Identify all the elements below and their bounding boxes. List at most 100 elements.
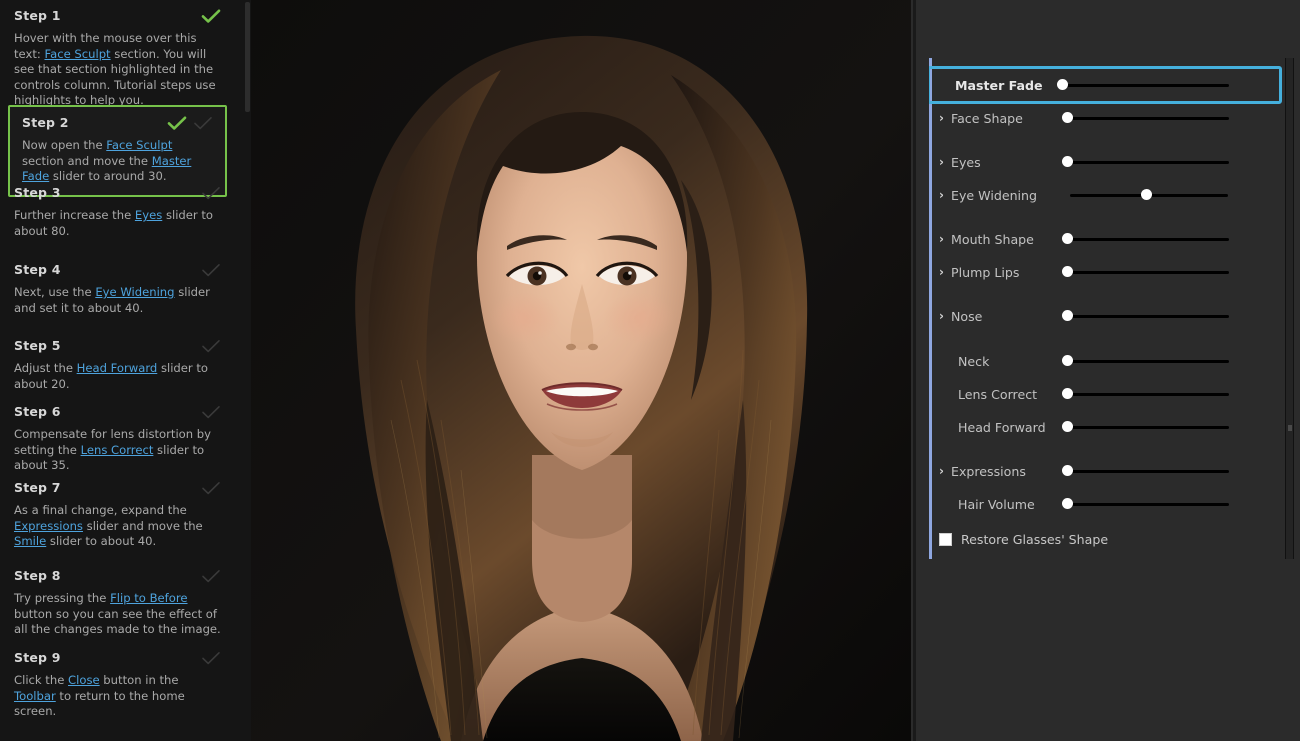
step-title: Step 8 (14, 568, 61, 583)
step-link[interactable]: Face Sculpt (106, 138, 172, 152)
control-row-eyes[interactable]: ›Eyes (929, 149, 1284, 175)
slider-knob[interactable] (1062, 112, 1073, 123)
tutorial-steps-list: Step 1 Hover with the mouse over this tex… (0, 0, 243, 741)
slider-track[interactable] (1067, 503, 1229, 506)
slider-plump-lips[interactable] (929, 264, 1241, 280)
slider-knob[interactable] (1062, 498, 1073, 509)
slider-head-forward[interactable] (929, 419, 1241, 435)
step-link[interactable]: Head Forward (77, 361, 158, 375)
control-row-nose[interactable]: ›Nose (929, 303, 1284, 329)
step-header: Step 8 (14, 568, 221, 583)
step-status-checks (201, 9, 221, 23)
slider-expressions[interactable] (929, 463, 1241, 479)
slider-knob[interactable] (1062, 310, 1073, 321)
slider-track[interactable] (1067, 393, 1229, 396)
slider-knob[interactable] (1062, 388, 1073, 399)
control-row-eye-widening[interactable]: ›Eye Widening (929, 182, 1284, 208)
control-row-face-shape[interactable]: ›Face Shape (929, 105, 1284, 131)
control-row-hair-volume[interactable]: ›Hair Volume (929, 491, 1284, 517)
step-link[interactable]: Expressions (14, 519, 83, 533)
step-text: section and move the (22, 154, 152, 168)
control-row-lens-correct[interactable]: ›Lens Correct (929, 381, 1284, 407)
slider-face-shape[interactable] (929, 110, 1241, 126)
slider-track[interactable] (1067, 238, 1229, 241)
slider-knob[interactable] (1062, 355, 1073, 366)
face-sculpt-section: ›Master Fade ›Face Shape ›Eyes ›Eye Widenin… (929, 58, 1284, 559)
step-link[interactable]: Flip to Before (110, 591, 187, 605)
tutorial-step-6[interactable]: Step 6Compensate for lens distortion by … (0, 404, 235, 474)
image-canvas[interactable] (251, 0, 911, 741)
slider-neck[interactable] (929, 353, 1241, 369)
slider-nose[interactable] (929, 308, 1241, 324)
slider-knob[interactable] (1141, 189, 1152, 200)
step-text: slider to about 40. (46, 534, 156, 548)
control-row-neck[interactable]: ›Neck (929, 348, 1284, 374)
control-row-head-forward[interactable]: ›Head Forward (929, 414, 1284, 440)
step-title: Step 3 (14, 185, 61, 200)
step-header: Step 2 (22, 115, 213, 130)
slider-track[interactable] (1067, 426, 1229, 429)
step-link[interactable]: Face Sculpt (44, 47, 110, 61)
slider-knob[interactable] (1062, 266, 1073, 277)
step-check-pending-icon (201, 339, 221, 353)
slider-lens-correct[interactable] (929, 386, 1241, 402)
step-status-checks (201, 405, 221, 419)
step-description: As a final change, expand the Expression… (14, 503, 221, 550)
step-link[interactable]: Toolbar (14, 689, 56, 703)
controls-scrollbar-track[interactable] (1285, 58, 1294, 559)
step-link[interactable]: Lens Correct (81, 443, 154, 457)
step-link[interactable]: Eye Widening (95, 285, 174, 299)
step-title: Step 7 (14, 480, 61, 495)
step-link[interactable]: Smile (14, 534, 46, 548)
control-row-master-fade[interactable]: ›Master Fade (929, 72, 1284, 98)
step-check-pending-icon (201, 405, 221, 419)
step-check-done-icon (201, 9, 221, 23)
slider-eyes[interactable] (929, 154, 1241, 170)
slider-knob[interactable] (1062, 421, 1073, 432)
slider-knob[interactable] (1062, 465, 1073, 476)
tutorial-step-5[interactable]: Step 5Adjust the Head Forward slider to … (0, 338, 235, 392)
step-header: Step 4 (14, 262, 221, 277)
control-row-expressions[interactable]: ›Expressions (929, 458, 1284, 484)
slider-track[interactable] (1067, 161, 1229, 164)
slider-track[interactable] (1067, 271, 1229, 274)
control-row-mouth-shape[interactable]: ›Mouth Shape (929, 226, 1284, 252)
slider-track[interactable] (1067, 117, 1229, 120)
step-header: Step 1 (14, 8, 221, 23)
slider-track[interactable] (1062, 84, 1229, 87)
slider-knob[interactable] (1062, 156, 1073, 167)
slider-master-fade[interactable] (929, 77, 1241, 93)
slider-track[interactable] (1067, 470, 1229, 473)
step-check-pending-icon (193, 116, 213, 130)
slider-track[interactable] (1067, 360, 1229, 363)
step-text: button in the (100, 673, 179, 687)
step-description: Hover with the mouse over this text: Fac… (14, 31, 221, 109)
slider-mouth-shape[interactable] (929, 231, 1241, 247)
controls-scrollbar-thumb[interactable] (1288, 425, 1292, 431)
tutorial-scrollbar-thumb[interactable] (245, 2, 250, 112)
slider-knob[interactable] (1062, 233, 1073, 244)
control-row-plump-lips[interactable]: ›Plump Lips (929, 259, 1284, 285)
step-title: Step 2 (22, 115, 69, 130)
step-link[interactable]: Close (68, 673, 100, 687)
restore-glasses-shape-checkbox[interactable] (939, 533, 952, 546)
slider-hair-volume[interactable] (929, 496, 1241, 512)
tutorial-step-8[interactable]: Step 8Try pressing the Flip to Before bu… (0, 568, 235, 638)
tutorial-step-2[interactable]: Step 2 Now open the Face Sculpt section a… (8, 105, 227, 197)
portrait-photo (251, 0, 911, 741)
step-text: Next, use the (14, 285, 95, 299)
restore-glasses-shape-row[interactable]: Restore Glasses' Shape (929, 528, 1284, 550)
tutorial-step-9[interactable]: Step 9Click the Close button in the Tool… (0, 650, 235, 720)
tutorial-step-3[interactable]: Step 3Further increase the Eyes slider t… (0, 185, 235, 239)
step-title: Step 1 (14, 8, 61, 23)
step-status-checks (201, 651, 221, 665)
tutorial-step-1[interactable]: Step 1 Hover with the mouse over this tex… (0, 8, 235, 109)
tutorial-scrollbar-track[interactable] (243, 0, 251, 741)
step-description: Now open the Face Sculpt section and mov… (22, 138, 213, 185)
slider-knob[interactable] (1057, 79, 1068, 90)
slider-track[interactable] (1067, 315, 1229, 318)
slider-eye-widening[interactable] (929, 187, 1240, 203)
tutorial-step-7[interactable]: Step 7 As a final change, expand the Expr… (0, 480, 235, 550)
tutorial-step-4[interactable]: Step 4Next, use the Eye Widening slider … (0, 262, 235, 316)
step-link[interactable]: Eyes (135, 208, 162, 222)
